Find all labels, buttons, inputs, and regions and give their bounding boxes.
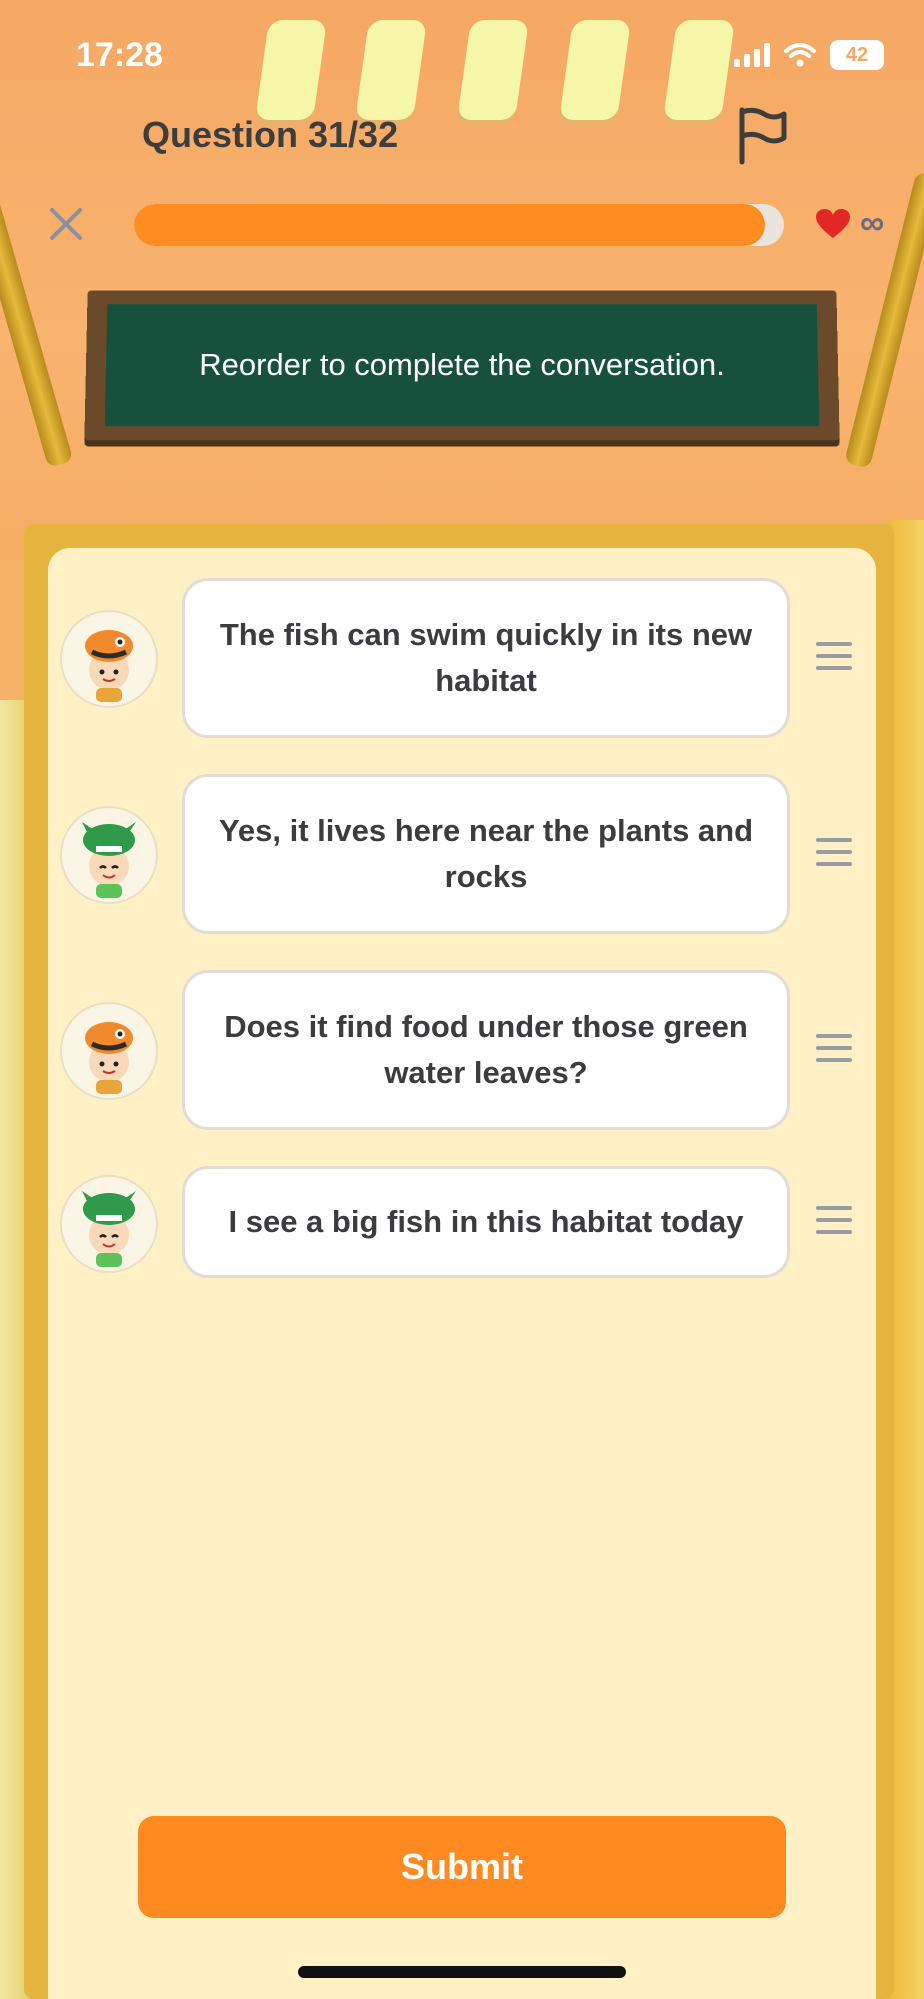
battery-icon: 42 <box>830 40 884 70</box>
message-bubble: Does it find food under those green wate… <box>182 970 790 1130</box>
progress-bar <box>134 204 784 246</box>
signal-icon <box>734 43 770 67</box>
avatar-dragon-hat <box>60 806 158 904</box>
conversation-row[interactable]: The fish can swim quickly in its new hab… <box>60 578 860 738</box>
home-indicator[interactable] <box>298 1966 626 1978</box>
question-counter: Question 31/32 <box>142 114 399 155</box>
battery-level: 42 <box>845 43 869 66</box>
avatar-dragon-hat <box>60 1175 158 1273</box>
progress-fill <box>134 204 765 246</box>
drag-handle-icon[interactable] <box>816 1206 852 1234</box>
message-bubble: The fish can swim quickly in its new hab… <box>182 578 790 738</box>
close-icon[interactable] <box>44 202 88 246</box>
instruction-text: Reorder to complete the conversation. <box>198 347 726 383</box>
status-bar: 17:28 42 <box>0 0 924 120</box>
drag-handle-icon[interactable] <box>816 838 852 866</box>
submit-button[interactable]: Submit <box>138 1816 786 1918</box>
message-bubble: I see a big fish in this habitat today <box>182 1166 790 1278</box>
conversation-row[interactable]: I see a big fish in this habitat today <box>60 1166 860 1278</box>
status-icons: 42 <box>734 40 884 70</box>
conversation-row[interactable]: Yes, it lives here near the plants and r… <box>60 774 860 934</box>
drag-handle-icon[interactable] <box>816 642 852 670</box>
status-time: 17:28 <box>76 36 163 74</box>
avatar-fish-hat <box>60 610 158 708</box>
chalkboard: Reorder to complete the conversation. <box>84 290 840 441</box>
chalkboard-surface: Reorder to complete the conversation. <box>104 304 820 427</box>
avatar-fish-hat <box>60 1002 158 1100</box>
heart-icon <box>816 208 850 238</box>
lives-count: ∞ <box>860 204 885 242</box>
message-bubble: Yes, it lives here near the plants and r… <box>182 774 790 934</box>
wifi-icon <box>784 43 816 67</box>
conversation-row[interactable]: Does it find food under those green wate… <box>60 970 860 1130</box>
drag-handle-icon[interactable] <box>816 1034 852 1062</box>
flag-icon[interactable] <box>734 106 790 166</box>
lives-indicator: ∞ <box>816 204 884 243</box>
